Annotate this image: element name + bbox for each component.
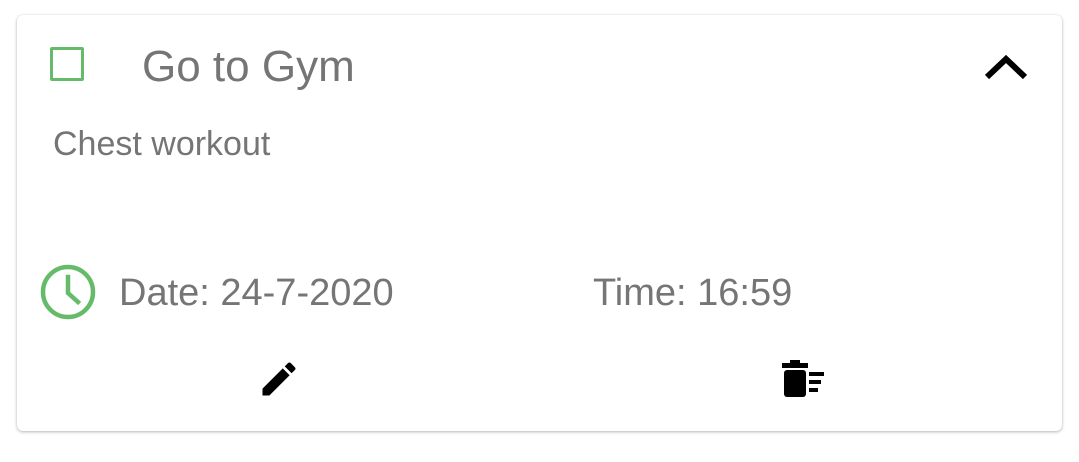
task-checkbox[interactable]	[50, 47, 84, 81]
delete-sweep-icon[interactable]	[778, 359, 826, 399]
task-title: Go to Gym	[142, 42, 355, 91]
task-description: Chest workout	[53, 125, 271, 163]
task-time: Time: 16:59	[593, 272, 793, 314]
chevron-up-icon[interactable]	[983, 53, 1029, 81]
task-date: Date: 24-7-2020	[119, 272, 394, 314]
clock-icon	[40, 264, 96, 320]
pencil-icon[interactable]	[257, 357, 301, 401]
task-card: Go to Gym Chest workout Date: 24-7-2020 …	[17, 15, 1062, 431]
